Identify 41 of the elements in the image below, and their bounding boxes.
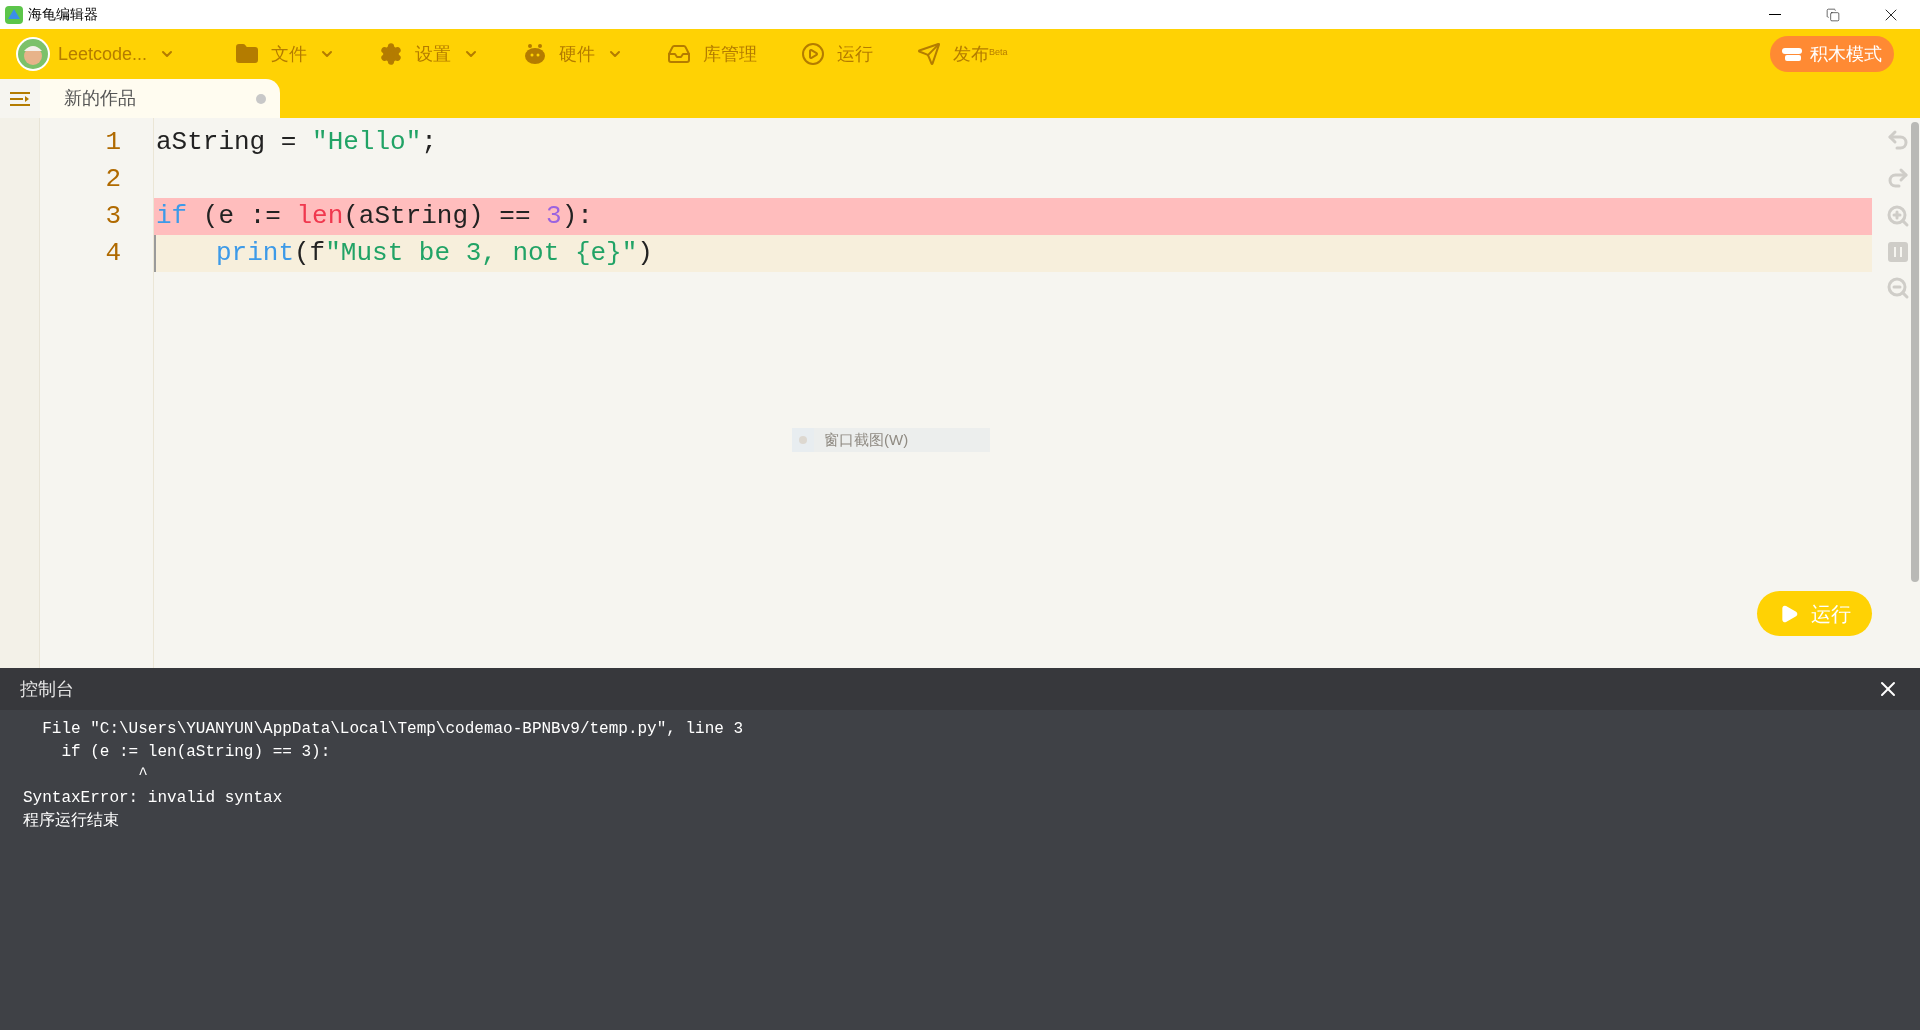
robot-icon (523, 42, 548, 66)
scrollbar[interactable] (1911, 122, 1919, 582)
play-icon (801, 42, 826, 66)
settings-icon (379, 42, 404, 66)
project-avatar[interactable] (18, 39, 48, 69)
menu-icon (10, 90, 30, 107)
toolbar-menu[interactable]: 硬件 (523, 40, 624, 68)
blocks-icon (1782, 46, 1802, 62)
fit-icon[interactable] (1888, 242, 1908, 262)
project-menu[interactable]: Leetcode... (58, 40, 176, 68)
window-title: 海龟编辑器 (28, 5, 98, 24)
toolbar-menu[interactable]: 运行 (801, 40, 874, 68)
restore-icon (1826, 7, 1840, 22)
block-mode-button[interactable]: 积木模式 (1770, 36, 1894, 72)
line-number: 1 (104, 126, 122, 159)
console-line: SyntaxError: invalid syntax (23, 788, 284, 809)
editor-tab[interactable]: 新的作品 (40, 79, 280, 118)
line-number: 4 (104, 237, 122, 270)
code-line: aString = "Hello"; (155, 126, 438, 159)
toolbar-menu[interactable]: 设置 (379, 40, 480, 68)
console-line: if (e := len(aString) == 3): (60, 742, 332, 763)
toolbar-menu[interactable]: 库管理 (667, 40, 758, 68)
send-icon (917, 42, 942, 66)
console-title: 控制台 (20, 677, 74, 701)
redo-icon[interactable] (1886, 166, 1910, 190)
zoom-in-icon[interactable] (1886, 204, 1910, 228)
line-number: 2 (104, 163, 122, 196)
sidebar-toggle[interactable] (0, 79, 40, 118)
console-line: ^ (137, 765, 149, 786)
inbox-icon (667, 42, 692, 66)
folder-icon (235, 42, 260, 66)
run-button[interactable]: 运行 (1757, 591, 1872, 636)
minimize-icon (1769, 14, 1781, 15)
zoom-out-icon[interactable] (1886, 276, 1910, 300)
console-line: 程序运行结束 (23, 810, 120, 832)
undo-icon[interactable] (1886, 128, 1910, 152)
app-logo-icon (4, 4, 24, 25)
console-line: File "C:\Users\YUANYUN\AppData\Local\Temp\codemao-BPNBv9/temp.py", line 3 (41, 719, 745, 740)
toolbar-menu[interactable]: 文件 (235, 40, 336, 68)
line-number: 3 (104, 200, 122, 233)
toolbar-menu[interactable]: 发布$^{Beta}$ (917, 40, 1008, 68)
